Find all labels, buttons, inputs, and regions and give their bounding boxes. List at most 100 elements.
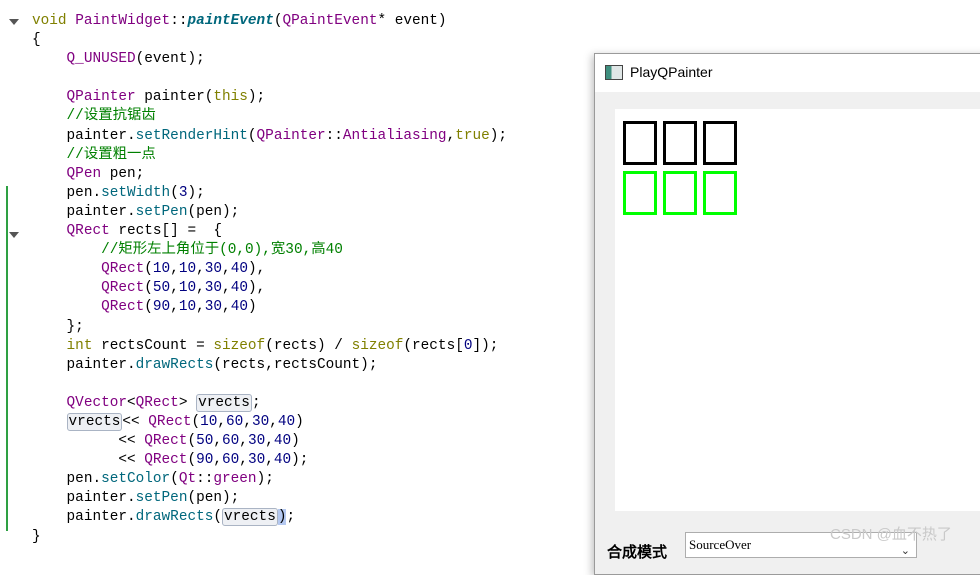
code-token: ) [295, 413, 304, 430]
code-token: painter. [32, 127, 136, 144]
code-token: green [213, 471, 257, 488]
code-token: << [122, 413, 149, 430]
code-token: setRenderHint [135, 127, 248, 144]
code-token: QPaintEvent [282, 13, 378, 29]
code-token: (rects,rectsCount); [213, 356, 378, 373]
code-line: int rectsCount = sizeof(rects) / sizeof(… [32, 337, 507, 356]
code-token: 90 [152, 299, 171, 316]
code-token: (rects) / [265, 337, 352, 354]
code-token: //矩形左上角位于(0,0),宽30,高40 [101, 242, 343, 259]
code-token: }; [32, 318, 84, 335]
window-titlebar[interactable]: PlayQPainter [595, 54, 980, 92]
code-token: QRect [101, 280, 145, 297]
code-token: 10 [152, 261, 171, 278]
code-token: , [196, 261, 205, 278]
code-token: pen. [32, 471, 102, 488]
code-token: setColor [101, 471, 171, 488]
app-window: PlayQPainter 合成模式 SourceOver ⌄ [594, 53, 980, 575]
code-token: painter. [32, 509, 136, 526]
code-token: ( [187, 452, 197, 469]
code-token: sizeof [351, 337, 404, 354]
code-token: 40 [230, 299, 248, 316]
code-token: ( [213, 509, 223, 526]
code-token: ( [191, 413, 201, 430]
code-token: 30 [251, 413, 270, 430]
code-token: , [239, 433, 248, 450]
code-line: << QRect(50,60,30,40) [32, 432, 507, 451]
code-token: (event); [135, 51, 205, 68]
code-token: :: [196, 471, 214, 488]
code-token: ( [144, 299, 153, 316]
code-token: , [222, 299, 231, 316]
code-token: * event) [377, 13, 447, 29]
code-token: setPen [135, 203, 188, 220]
code-token: , [222, 280, 231, 297]
code-token: 30 [204, 261, 223, 278]
watermark: CSDN @血不热了 [830, 526, 952, 543]
code-token: setWidth [101, 184, 171, 201]
code-token: << [32, 452, 145, 469]
code-token: 30 [204, 280, 223, 297]
code-token: int [66, 337, 93, 354]
code-token: QPainter [66, 89, 136, 106]
code-line: } [32, 528, 507, 547]
code-token: 50 [152, 280, 171, 297]
code-line: painter.setRenderHint(QPainter::Antialia… [32, 127, 508, 146]
code-token: QRect [101, 261, 145, 278]
code-token: ), [247, 280, 266, 297]
fold-marker-rects[interactable] [9, 232, 19, 238]
code-editor[interactable]: void PaintWidget::paintEvent( QPaintEvent… [32, 12, 507, 547]
painted-rect [663, 171, 697, 215]
code-token: QVector [66, 394, 127, 411]
code-token: , [269, 413, 278, 430]
code-token: << [32, 433, 145, 450]
code-line: }; [32, 318, 507, 337]
code-line: void PaintWidget::paintEvent(QPaintEvent… [32, 12, 507, 31]
code-token: , [170, 261, 179, 278]
code-token: QPen [66, 165, 102, 182]
code-token: rectsCount = [92, 337, 214, 354]
code-token: vrects [222, 508, 278, 527]
code-token: void [32, 13, 76, 29]
code-token: (pen); [187, 490, 240, 507]
code-token: } [32, 528, 41, 545]
code-token: drawRects [135, 356, 214, 373]
code-token: ( [144, 261, 153, 278]
fold-marker-function[interactable] [9, 19, 19, 25]
code-token: PaintWidget [75, 13, 171, 29]
code-line: //矩形左上角位于(0,0),宽30,高40 [32, 241, 507, 260]
code-token: , [196, 299, 205, 316]
code-token: QRect [144, 433, 188, 450]
code-token: 40 [273, 433, 292, 450]
code-token: Antialiasing [342, 127, 447, 144]
code-token: , [265, 452, 274, 469]
code-token: , [446, 127, 456, 144]
code-token: paintEvent [187, 13, 274, 29]
code-token: pen; [101, 165, 145, 182]
code-line: << QRect(90,60,30,40); [32, 451, 507, 470]
code-token: > [178, 394, 197, 411]
code-line: Q_UNUSED(event); [32, 50, 507, 69]
code-token: ) [291, 433, 300, 450]
code-token: this [213, 89, 248, 106]
code-token: (pen); [187, 203, 240, 220]
code-token: 60 [226, 413, 244, 430]
code-token: Qt [178, 471, 197, 488]
code-token: 30 [247, 452, 266, 469]
code-token: (rects[ [403, 337, 464, 354]
code-token: sizeof [213, 337, 266, 354]
code-line: QVector<QRect> vrects; [32, 393, 507, 413]
code-token: //设置抗锯齿 [66, 108, 156, 125]
code-line: vrects << QRect(10,60,30,40) [32, 412, 507, 432]
code-token: QRect [101, 299, 145, 316]
code-line: //设置抗锯齿 [32, 107, 507, 126]
window-title: PlayQPainter [630, 64, 713, 80]
